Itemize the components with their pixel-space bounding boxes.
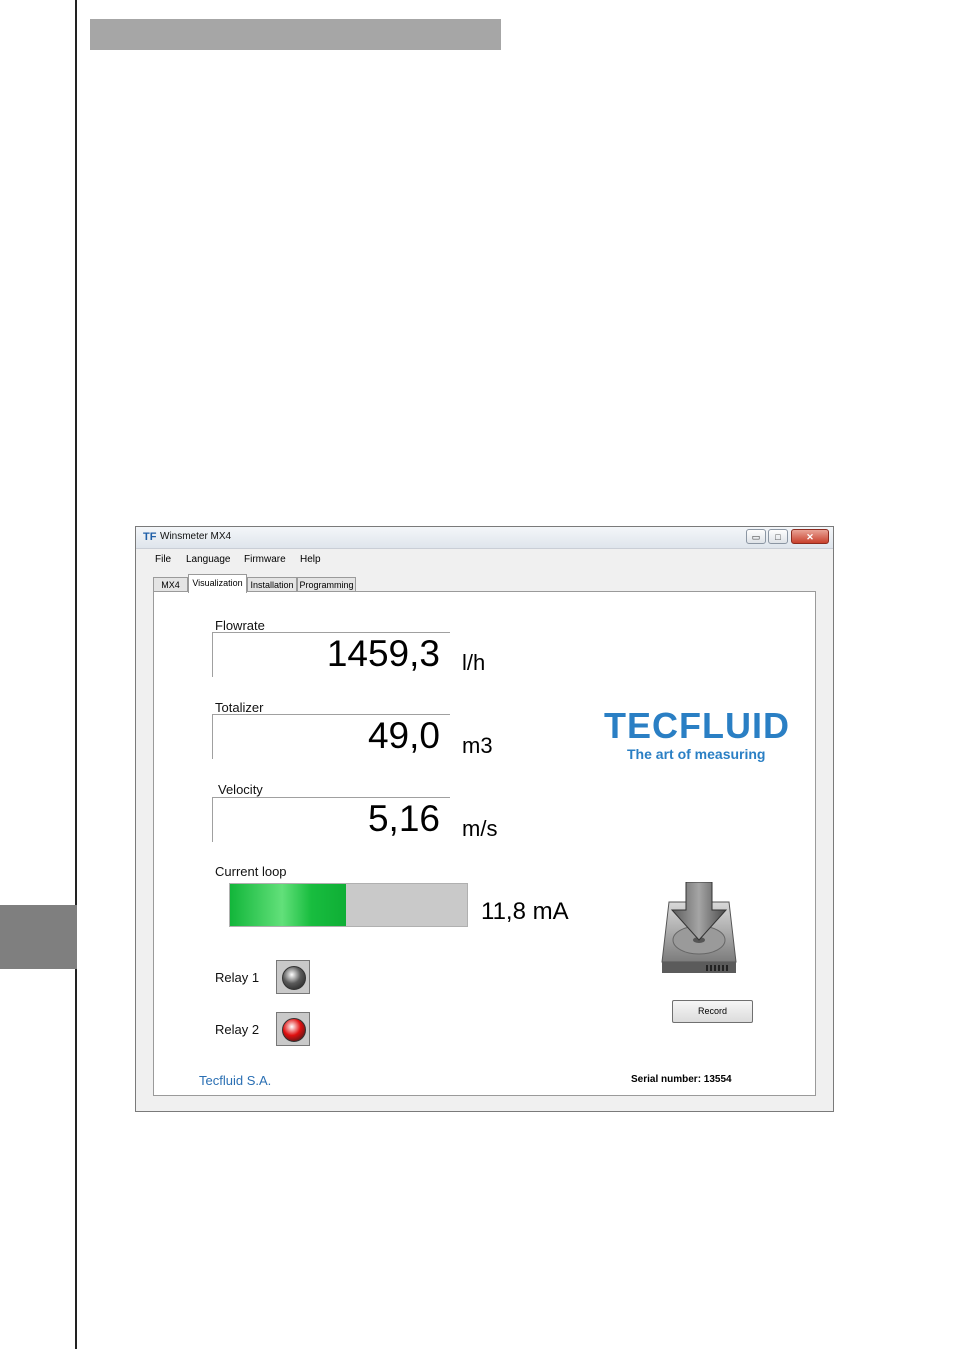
menu-file[interactable]: File [155,554,171,565]
app-logo-icon: TF [143,531,157,543]
menu-bar: File Language Firmware Help [137,551,831,567]
tab-mx4[interactable]: MX4 [153,577,188,592]
relay-1-label: Relay 1 [215,970,260,985]
current-loop-bar [229,883,468,927]
flowrate-display: 1459,3 [212,632,450,677]
record-button[interactable]: Record [672,1000,753,1023]
tab-visualization[interactable]: Visualization [188,574,247,593]
flowrate-unit: l/h [462,650,486,675]
title-bar[interactable]: TF Winsmeter MX4 ▭ □ ✕ [136,527,833,549]
hard-drive-download-icon[interactable] [654,882,744,982]
logo-tagline: The art of measuring [627,746,766,762]
relay-1-indicator [276,960,310,994]
maximize-button[interactable]: □ [768,529,788,544]
section-header-bar [90,19,501,50]
current-loop-fill [230,884,347,926]
menu-language[interactable]: Language [186,554,231,565]
visualization-panel: Flowrate 1459,3 l/h Totalizer 49,0 m3 Ve… [153,591,816,1096]
velocity-unit: m/s [462,816,498,841]
current-loop-label: Current loop [215,864,287,879]
totalizer-label: Totalizer [215,700,264,715]
close-button[interactable]: ✕ [791,529,829,544]
flowrate-label: Flowrate [215,618,265,633]
page-margin-rule [75,0,77,1349]
logo-wordmark: TECFLUID [604,705,790,746]
app-window: TF Winsmeter MX4 ▭ □ ✕ File Language Fir… [135,526,834,1112]
velocity-display: 5,16 [212,797,450,842]
current-loop-value: 11,8 mA [481,898,569,925]
company-name: Tecfluid S.A. [199,1073,272,1088]
chapter-side-tab [0,905,77,969]
menu-firmware[interactable]: Firmware [244,554,286,565]
relay-2-indicator [276,1012,310,1046]
velocity-label: Velocity [218,782,263,797]
totalizer-unit: m3 [462,733,493,758]
relay-1-led-icon [282,966,306,990]
tab-installation[interactable]: Installation [247,577,297,592]
flowrate-value: 1459,3 [326,633,440,674]
relay-2-label: Relay 2 [215,1022,260,1037]
minimize-button[interactable]: ▭ [746,529,766,544]
relay-2-led-icon [282,1018,306,1042]
velocity-value: 5,16 [367,798,440,839]
tab-programming[interactable]: Programming [297,577,356,592]
totalizer-display: 49,0 [212,714,450,759]
window-title: Winsmeter MX4 [160,531,232,542]
totalizer-value: 49,0 [367,715,440,756]
serial-number: Serial number: 13554 [631,1074,732,1085]
menu-help[interactable]: Help [300,554,321,565]
